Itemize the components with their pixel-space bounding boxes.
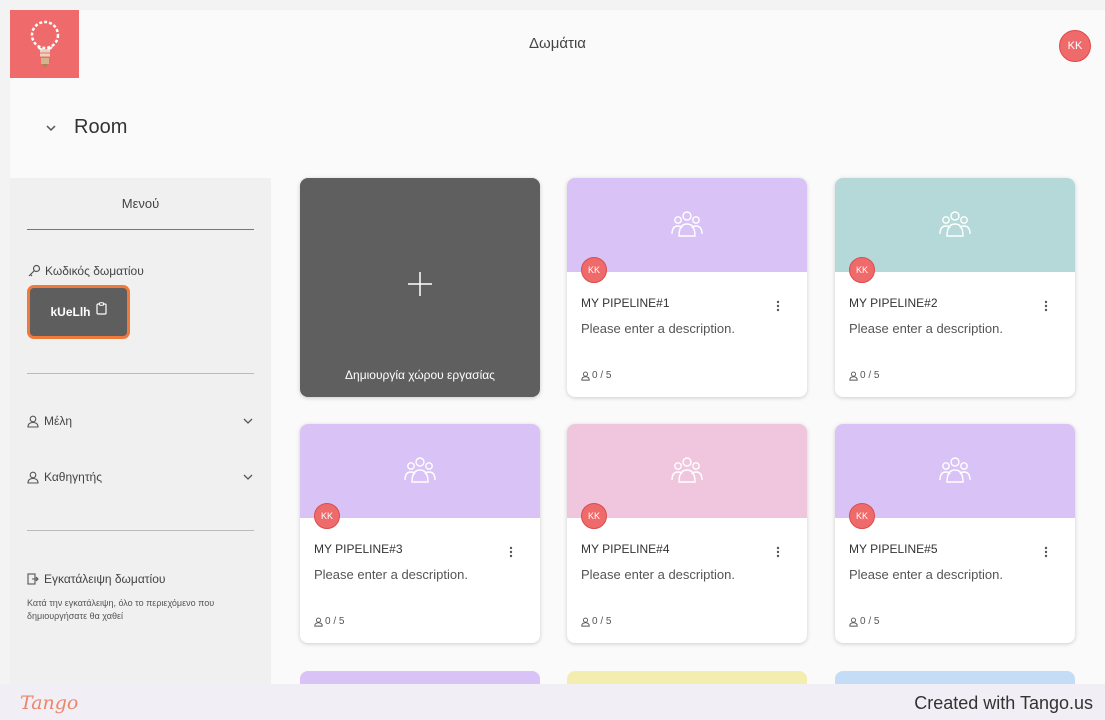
sidebar-divider	[27, 373, 254, 374]
workspace-card[interactable]: KK MY PIPELINE#2 Please enter a descriptio…	[835, 178, 1075, 397]
workspace-card[interactable]: KK MY PIPELINE#1 Please enter a descriptio…	[567, 178, 807, 397]
group-icon	[939, 457, 971, 483]
top-bar: Δωμάτια KK	[10, 10, 1105, 78]
leave-room-label: Εγκατάλειψη δωματίου	[44, 572, 166, 586]
group-icon	[939, 211, 971, 237]
workspace-description: Please enter a description.	[849, 567, 1003, 582]
key-icon	[28, 264, 41, 277]
footer-bar: Tango Created with Tango.us	[0, 684, 1105, 720]
person-icon	[581, 617, 590, 627]
workspace-card[interactable]: KK MY PIPELINE#5 Please enter a descriptio…	[835, 424, 1075, 643]
workspace-banner	[835, 178, 1075, 272]
teacher-label: Καθηγητής	[44, 470, 103, 484]
create-workspace-card[interactable]: Δημιουργία χώρου εργασίας	[300, 178, 540, 397]
workspace-description: Please enter a description.	[581, 567, 735, 582]
workspace-owner-avatar: KK	[581, 503, 607, 529]
more-vert-icon	[1044, 300, 1048, 312]
workspace-member-count-text: 0 / 5	[325, 616, 345, 627]
person-icon	[27, 471, 39, 484]
menu-title: Μενού	[27, 196, 254, 230]
clipboard-icon	[95, 301, 107, 315]
workspace-owner-avatar: KK	[581, 257, 607, 283]
workspace-member-count: 0 / 5	[314, 616, 344, 627]
leave-room-button[interactable]: Εγκατάλειψη δωματίου	[27, 572, 165, 586]
workspace-more-button[interactable]	[504, 544, 518, 560]
workspace-card[interactable]: KK MY PIPELINE#4 Please enter a descriptio…	[567, 424, 807, 643]
workspace-name: MY PIPELINE#4	[581, 542, 670, 556]
workspace-member-count-text: 0 / 5	[860, 616, 880, 627]
workspace-member-count-text: 0 / 5	[860, 370, 880, 381]
workspace-member-count-text: 0 / 5	[592, 616, 612, 627]
workspace-name: MY PIPELINE#2	[849, 296, 938, 310]
exit-icon	[27, 573, 39, 585]
more-vert-icon	[776, 300, 780, 312]
members-section[interactable]: Μέλη	[27, 414, 254, 428]
user-avatar[interactable]: KK	[1059, 30, 1091, 62]
workspace-card-partial[interactable]	[567, 671, 807, 684]
workspace-card-partial[interactable]	[835, 671, 1075, 684]
workspace-more-button[interactable]	[771, 544, 785, 560]
sidebar-menu: Μενού Κωδικός δωματίου kUeLlh Μέλη Καθηγ…	[10, 178, 271, 684]
more-vert-icon	[509, 546, 513, 558]
workspace-description: Please enter a description.	[849, 321, 1003, 336]
person-icon	[849, 371, 858, 381]
workspace-owner-avatar: KK	[849, 257, 875, 283]
plus-icon	[408, 272, 432, 296]
workspace-member-count-text: 0 / 5	[592, 370, 612, 381]
workspace-banner	[567, 424, 807, 518]
members-label: Μέλη	[44, 414, 73, 428]
leave-room-note: Κατά την εγκατάλειψη, όλο το περιεχόμενο…	[27, 598, 215, 621]
workspace-card-partial[interactable]	[300, 671, 540, 684]
room-code-label-text: Κωδικός δωματίου	[45, 264, 144, 278]
workspace-name: MY PIPELINE#3	[314, 542, 403, 556]
group-icon	[404, 457, 436, 483]
workspace-banner	[300, 424, 540, 518]
workspace-banner	[567, 178, 807, 272]
workspace-name: MY PIPELINE#5	[849, 542, 938, 556]
room-code-label: Κωδικός δωματίου	[27, 264, 144, 278]
room-title: Room	[74, 116, 128, 138]
room-code-value: kUeLlh	[50, 305, 91, 319]
sidebar-divider	[27, 530, 254, 531]
group-icon	[671, 211, 703, 237]
chevron-down-icon	[46, 124, 56, 131]
person-icon	[581, 371, 590, 381]
workspace-banner	[835, 424, 1075, 518]
chevron-down-icon	[243, 418, 253, 424]
footer-credit: Created with Tango.us	[914, 693, 1093, 713]
app-window: Δωμάτια KK Room Μενού Κωδικός δωματίου k…	[10, 10, 1105, 684]
chevron-down-icon	[243, 474, 253, 480]
workspace-member-count: 0 / 5	[581, 370, 611, 381]
workspace-member-count: 0 / 5	[849, 616, 879, 627]
create-workspace-label: Δημιουργία χώρου εργασίας	[345, 368, 495, 382]
workspace-name: MY PIPELINE#1	[581, 296, 670, 310]
workspace-owner-avatar: KK	[314, 503, 340, 529]
teacher-section[interactable]: Καθηγητής	[27, 470, 254, 484]
workspace-description: Please enter a description.	[581, 321, 735, 336]
tango-logo: Tango	[20, 692, 79, 714]
group-icon	[671, 457, 703, 483]
person-icon	[27, 415, 39, 428]
workspace-more-button[interactable]	[1039, 298, 1053, 314]
workspace-description: Please enter a description.	[314, 567, 468, 582]
workspace-owner-avatar: KK	[849, 503, 875, 529]
more-vert-icon	[1044, 546, 1048, 558]
workspace-member-count: 0 / 5	[849, 370, 879, 381]
more-vert-icon	[776, 546, 780, 558]
person-icon	[314, 617, 323, 627]
person-icon	[849, 617, 858, 627]
room-code-copy-button[interactable]: kUeLlh	[27, 285, 130, 339]
page-title: Δωμάτια	[529, 35, 586, 52]
workspace-more-button[interactable]	[771, 298, 785, 314]
room-header[interactable]: Room	[44, 116, 127, 139]
workspace-more-button[interactable]	[1039, 544, 1053, 560]
workspace-card[interactable]: KK MY PIPELINE#3 Please enter a descriptio…	[300, 424, 540, 643]
workspace-member-count: 0 / 5	[581, 616, 611, 627]
